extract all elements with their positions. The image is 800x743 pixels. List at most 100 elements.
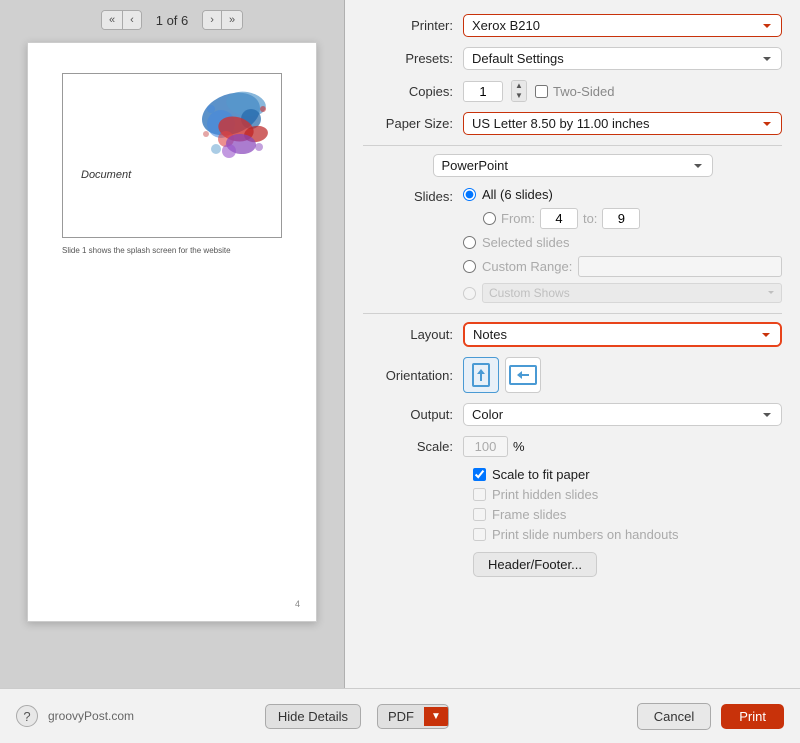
powerpoint-select[interactable]: PowerPoint	[433, 154, 713, 177]
copies-label: Copies:	[363, 84, 463, 99]
print-slide-numbers-checkbox[interactable]	[473, 528, 486, 541]
print-slide-numbers-row: Print slide numbers on handouts	[363, 527, 782, 542]
page-indicator: 1 of 6	[148, 13, 197, 28]
paper-size-control: US Letter 8.50 by 11.00 inches	[463, 112, 782, 135]
divider-2	[363, 313, 782, 314]
header-footer-button[interactable]: Header/Footer...	[473, 552, 597, 577]
scale-input[interactable]	[463, 436, 508, 457]
copies-down-button[interactable]: ▼	[512, 91, 526, 101]
slides-customrange-input[interactable]	[578, 256, 782, 277]
left-panel: « ‹ 1 of 6 › »	[0, 0, 345, 688]
presets-label: Presets:	[363, 51, 463, 66]
copies-control: ▲ ▼ Two-Sided	[463, 80, 782, 102]
slides-selected-radio[interactable]	[463, 236, 476, 249]
pdf-label: PDF	[378, 705, 424, 728]
copies-input[interactable]	[463, 81, 503, 102]
output-row: Output: Color	[363, 403, 782, 426]
scale-control: %	[463, 436, 525, 457]
slides-selected-label: Selected slides	[482, 235, 569, 250]
output-control: Color	[463, 403, 782, 426]
orientation-buttons	[463, 357, 541, 393]
portrait-icon	[471, 363, 491, 387]
pdf-arrow-icon: ▼	[424, 707, 448, 726]
slides-customrange-row: Custom Range:	[463, 256, 782, 277]
footer-site-text: groovyPost.com	[48, 709, 134, 723]
frame-slides-checkbox[interactable]	[473, 508, 486, 521]
copies-stepper: ▲ ▼	[511, 80, 527, 102]
slides-customrange-radio[interactable]	[463, 260, 476, 273]
preview-page-number: 4	[295, 599, 300, 609]
nav-next-next-button[interactable]: »	[222, 11, 242, 29]
slides-section: All (6 slides) From: to: Selected slides	[463, 187, 782, 303]
presets-select[interactable]: Default Settings	[463, 47, 782, 70]
divider-1	[363, 145, 782, 146]
slide-document-label: Document	[81, 169, 131, 181]
slides-customshows-radio[interactable]	[463, 287, 476, 300]
slides-all-radio[interactable]	[463, 188, 476, 201]
slides-to-input[interactable]	[602, 208, 640, 229]
copies-row: Copies: ▲ ▼ Two-Sided	[363, 80, 782, 102]
scale-to-fit-row: Scale to fit paper	[363, 467, 782, 482]
print-hidden-label: Print hidden slides	[492, 487, 598, 502]
header-footer-row: Header/Footer...	[363, 552, 782, 577]
slides-all-label: All (6 slides)	[482, 187, 553, 202]
paper-size-row: Paper Size: US Letter 8.50 by 11.00 inch…	[363, 112, 782, 135]
orientation-row: Orientation:	[363, 357, 782, 393]
scale-to-fit-label: Scale to fit paper	[492, 467, 590, 482]
print-button[interactable]: Print	[721, 704, 784, 729]
paper-size-select[interactable]: US Letter 8.50 by 11.00 inches	[463, 112, 782, 135]
presets-control: Default Settings	[463, 47, 782, 70]
slides-selected-row: Selected slides	[463, 235, 782, 250]
landscape-icon	[509, 364, 537, 386]
slides-from-radio[interactable]	[483, 212, 496, 225]
printer-select[interactable]: Xerox B210	[463, 14, 782, 37]
main-container: « ‹ 1 of 6 › »	[0, 0, 800, 743]
nav-btn-group[interactable]: « ‹	[101, 10, 142, 30]
printer-label: Printer:	[363, 18, 463, 33]
paper-size-label: Paper Size:	[363, 116, 463, 131]
orientation-landscape-button[interactable]	[505, 357, 541, 393]
cancel-button[interactable]: Cancel	[637, 703, 711, 730]
output-select[interactable]: Color	[463, 403, 782, 426]
printer-row: Printer: Xerox B210	[363, 14, 782, 37]
nav-prev-button[interactable]: ‹	[123, 11, 141, 29]
powerpoint-row: PowerPoint	[363, 154, 782, 177]
scale-row: Scale: %	[363, 436, 782, 457]
presets-row: Presets: Default Settings	[363, 47, 782, 70]
slides-customshows-select: Custom Shows	[482, 283, 782, 303]
slides-customshows-row: Custom Shows	[463, 283, 782, 303]
scale-label: Scale:	[363, 439, 463, 454]
copies-up-button[interactable]: ▲	[512, 81, 526, 91]
slide-frame: Document	[62, 73, 282, 238]
scale-to-fit-checkbox[interactable]	[473, 468, 486, 481]
layout-select-wrapper: Notes	[463, 322, 782, 347]
print-hidden-checkbox[interactable]	[473, 488, 486, 501]
bottom-bar: ? groovyPost.com Hide Details PDF ▼ Canc…	[0, 688, 800, 743]
layout-row: Layout: Notes	[363, 322, 782, 347]
hide-details-button[interactable]: Hide Details	[265, 704, 361, 729]
slides-from-input[interactable]	[540, 208, 578, 229]
content-area: « ‹ 1 of 6 › »	[0, 0, 800, 688]
frame-slides-label: Frame slides	[492, 507, 566, 522]
print-slide-numbers-label: Print slide numbers on handouts	[492, 527, 678, 542]
nav-prev-prev-button[interactable]: «	[102, 11, 123, 29]
printer-control: Xerox B210	[463, 14, 782, 37]
slides-from-label: From:	[501, 211, 535, 226]
frame-slides-row: Frame slides	[363, 507, 782, 522]
orientation-portrait-button[interactable]	[463, 357, 499, 393]
two-sided-checkbox[interactable]	[535, 85, 548, 98]
pdf-button[interactable]: PDF ▼	[377, 704, 449, 729]
nav-bar: « ‹ 1 of 6 › »	[10, 10, 334, 30]
slide-caption: Slide 1 shows the splash screen for the …	[62, 246, 282, 255]
slides-customrange-label: Custom Range:	[482, 259, 572, 274]
help-button[interactable]: ?	[16, 705, 38, 727]
layout-select[interactable]: Notes	[465, 324, 780, 345]
two-sided-group: Two-Sided	[535, 84, 614, 99]
nav-next-group[interactable]: › »	[202, 10, 243, 30]
splash-art-svg	[151, 89, 271, 179]
two-sided-label: Two-Sided	[553, 84, 614, 99]
layout-label: Layout:	[363, 327, 463, 342]
slides-to-label: to:	[583, 211, 597, 226]
slides-label: Slides:	[363, 187, 463, 204]
nav-next-button[interactable]: ›	[203, 11, 222, 29]
